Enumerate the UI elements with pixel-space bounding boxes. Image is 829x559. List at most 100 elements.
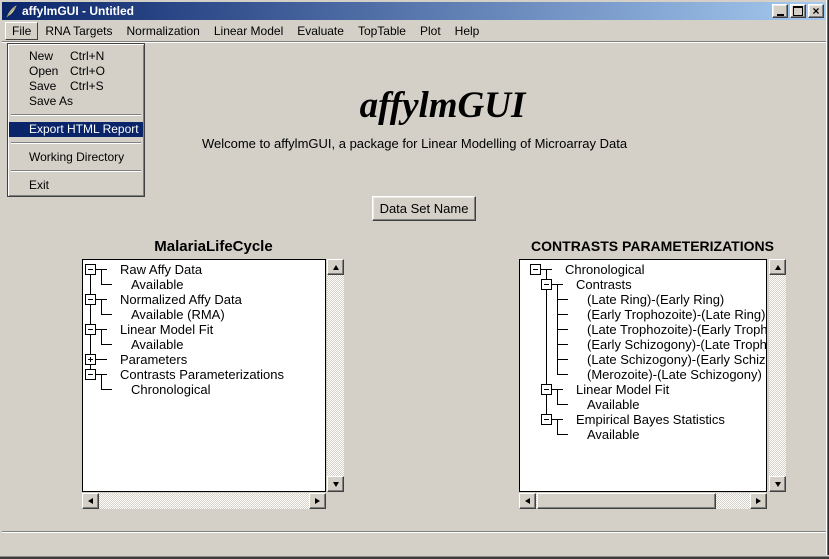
arrow-up-icon bbox=[333, 265, 339, 270]
menu-item-export-html-report[interactable]: Export HTML Report bbox=[9, 122, 143, 137]
tree-node-parameters[interactable]: Parameters bbox=[120, 352, 187, 367]
menu-item-open[interactable]: OpenCtrl+O bbox=[9, 64, 143, 79]
app-title: affylmGUI bbox=[28, 84, 829, 127]
menu-item-working-directory[interactable]: Working Directory bbox=[9, 150, 143, 165]
right-tree-vertical-scrollbar bbox=[769, 259, 786, 492]
tree-node-early-trophozoite-late-ring[interactable]: (Early Trophozoite)-(Late Ring) bbox=[587, 307, 765, 322]
collapse-minus-icon[interactable] bbox=[85, 324, 96, 335]
tree-node-chronological[interactable]: Chronological bbox=[565, 262, 645, 277]
tree-node-available[interactable]: Available bbox=[587, 427, 640, 442]
scrollbar-track[interactable] bbox=[536, 493, 750, 509]
menu-item-save[interactable]: Save Ctrl+S bbox=[9, 79, 143, 94]
tree-node-late-trophozoite-early-troph[interactable]: (Late Trophozoite)-(Early Troph bbox=[587, 322, 767, 337]
collapse-minus-icon[interactable] bbox=[541, 414, 552, 425]
tree-node-available-rma[interactable]: Available (RMA) bbox=[131, 307, 225, 322]
collapse-minus-icon[interactable] bbox=[85, 264, 96, 275]
menu-item-label: Exit bbox=[29, 178, 49, 192]
left-tree-vertical-scrollbar bbox=[327, 259, 344, 492]
file-menu-dropdown: New Ctrl+NOpenCtrl+OSave Ctrl+SSave As Expo… bbox=[7, 43, 145, 197]
menu-item-save-as[interactable]: Save As bbox=[9, 94, 143, 109]
arrow-right-icon bbox=[315, 498, 320, 504]
menubar-item-toptable[interactable]: TopTable bbox=[351, 22, 413, 40]
scroll-right-button[interactable] bbox=[309, 493, 326, 509]
scrollbar-track[interactable] bbox=[769, 275, 786, 476]
tree-node-chronological[interactable]: Chronological bbox=[131, 382, 211, 397]
menu-item-new[interactable]: New Ctrl+N bbox=[9, 49, 143, 64]
collapse-minus-icon[interactable] bbox=[530, 264, 541, 275]
menubar-item-linear-model[interactable]: Linear Model bbox=[207, 22, 290, 40]
tree-node-contrasts-parameterizations[interactable]: Contrasts Parameterizations bbox=[120, 367, 284, 382]
scrollbar-track[interactable] bbox=[99, 493, 309, 509]
arrow-right-icon bbox=[756, 498, 761, 504]
collapse-minus-icon[interactable] bbox=[85, 369, 96, 380]
menu-item-shortcut: Ctrl+S bbox=[70, 79, 104, 94]
arrow-up-icon bbox=[775, 265, 781, 270]
tree-items: Raw Affy DataAvailableNormalized Affy Da… bbox=[84, 262, 324, 491]
menu-item-label: Save As bbox=[29, 94, 73, 108]
tree-node-merozoite-late-schizogony[interactable]: (Merozoite)-(Late Schizogony) bbox=[587, 367, 762, 382]
menu-item-exit[interactable]: Exit bbox=[9, 178, 143, 193]
menu-item-shortcut: Ctrl+N bbox=[70, 49, 104, 64]
tree-node-early-schizogony-late-troph[interactable]: (Early Schizogony)-(Late Troph bbox=[587, 337, 767, 352]
tree-node-contrasts[interactable]: Contrasts bbox=[576, 277, 632, 292]
menubar-item-rna-targets[interactable]: RNA Targets bbox=[38, 22, 119, 40]
minimize-icon bbox=[777, 14, 784, 16]
status-bar-divider bbox=[2, 531, 826, 533]
tree-node-late-schizogony-early-schiz[interactable]: (Late Schizogony)-(Early Schiz bbox=[587, 352, 765, 367]
tree-node-normalized-affy-data[interactable]: Normalized Affy Data bbox=[120, 292, 242, 307]
arrow-down-icon bbox=[775, 482, 781, 487]
menu-separator bbox=[9, 137, 143, 150]
right-tree-horizontal-scrollbar bbox=[519, 493, 767, 509]
expand-plus-icon[interactable] bbox=[85, 354, 96, 365]
arrow-down-icon bbox=[333, 482, 339, 487]
tree-node-raw-affy-data[interactable]: Raw Affy Data bbox=[120, 262, 202, 277]
right-tree: ChronologicalContrasts(Late Ring)-(Early… bbox=[519, 259, 767, 492]
app-window: affylmGUI - Untitled × FileRNA TargetsNo… bbox=[0, 0, 829, 559]
scroll-left-button[interactable] bbox=[82, 493, 99, 509]
menubar-item-normalization[interactable]: Normalization bbox=[120, 22, 207, 40]
tree-node-empirical-bayes-statistics[interactable]: Empirical Bayes Statistics bbox=[576, 412, 725, 427]
arrow-left-icon bbox=[525, 498, 530, 504]
window-title: affylmGUI - Untitled bbox=[22, 2, 134, 20]
window-controls: × bbox=[772, 4, 824, 18]
menubar-item-help[interactable]: Help bbox=[448, 22, 487, 40]
menubar-item-plot[interactable]: Plot bbox=[413, 22, 448, 40]
scroll-up-button[interactable] bbox=[327, 259, 344, 275]
titlebar[interactable]: affylmGUI - Untitled × bbox=[2, 2, 826, 20]
menu-item-label: Export HTML Report bbox=[29, 122, 139, 136]
tree-node-linear-model-fit[interactable]: Linear Model Fit bbox=[576, 382, 669, 397]
minimize-button[interactable] bbox=[772, 4, 788, 18]
scroll-down-button[interactable] bbox=[327, 476, 344, 492]
right-panel-heading: CONTRASTS PARAMETERIZATIONS bbox=[519, 238, 786, 256]
scroll-left-button[interactable] bbox=[519, 493, 536, 509]
scroll-up-button[interactable] bbox=[769, 259, 786, 275]
left-tree-horizontal-scrollbar bbox=[82, 493, 326, 509]
menu-item-label: Save bbox=[29, 79, 56, 93]
scrollbar-thumb[interactable] bbox=[537, 493, 716, 509]
left-tree: Raw Affy DataAvailableNormalized Affy Da… bbox=[82, 259, 326, 492]
menubar-item-file[interactable]: File bbox=[5, 22, 38, 40]
left-panel-heading: MalariaLifeCycle bbox=[82, 238, 345, 256]
tree-node-available[interactable]: Available bbox=[131, 277, 184, 292]
tree-node-linear-model-fit[interactable]: Linear Model Fit bbox=[120, 322, 213, 337]
scroll-down-button[interactable] bbox=[769, 476, 786, 492]
maximize-button[interactable] bbox=[790, 4, 806, 18]
tree-node-late-ring-early-ring[interactable]: (Late Ring)-(Early Ring) bbox=[587, 292, 724, 307]
menubar-item-evaluate[interactable]: Evaluate bbox=[290, 22, 351, 40]
close-icon: × bbox=[812, 6, 819, 16]
menu-separator bbox=[9, 165, 143, 178]
data-set-name-button[interactable]: Data Set Name bbox=[372, 196, 476, 221]
scroll-right-button[interactable] bbox=[750, 493, 767, 509]
menubar: FileRNA TargetsNormalizationLinear Model… bbox=[2, 20, 826, 41]
menu-item-label: Working Directory bbox=[29, 150, 124, 164]
menu-item-label: New bbox=[29, 49, 53, 63]
arrow-left-icon bbox=[88, 498, 93, 504]
feather-icon bbox=[4, 4, 18, 18]
tree-node-available[interactable]: Available bbox=[131, 337, 184, 352]
collapse-minus-icon[interactable] bbox=[85, 294, 96, 305]
scrollbar-track[interactable] bbox=[327, 275, 344, 476]
collapse-minus-icon[interactable] bbox=[541, 384, 552, 395]
close-button[interactable]: × bbox=[808, 4, 824, 18]
collapse-minus-icon[interactable] bbox=[541, 279, 552, 290]
tree-node-available[interactable]: Available bbox=[587, 397, 640, 412]
